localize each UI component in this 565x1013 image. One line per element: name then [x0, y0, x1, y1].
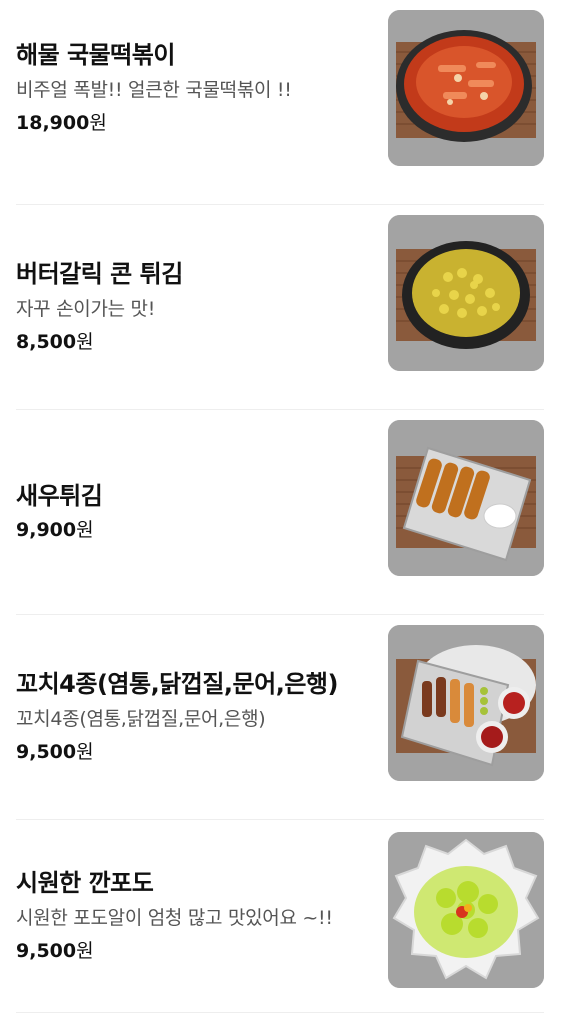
- menu-item-name: 새우튀김: [16, 482, 103, 510]
- menu-item[interactable]: 꼬치4종(염통,닭껍질,문어,은행) 꼬치4종(염통,닭껍질,문어,은행) 9,…: [16, 615, 544, 820]
- menu-item-price: 18,900원: [16, 111, 107, 134]
- menu-item-price: 9,500원: [16, 940, 94, 962]
- butter-garlic-corn-icon[interactable]: [388, 215, 544, 371]
- menu-item-description: 자꾸 손이가는 맛!: [16, 298, 156, 320]
- menu-item-text: 새우튀김 9,900원: [16, 410, 361, 614]
- menu-item-description: 비주얼 폭발!! 얼큰한 국물떡볶이 !!: [16, 78, 292, 101]
- menu-item-price: 8,500원: [16, 331, 94, 353]
- skewers-icon[interactable]: [388, 625, 544, 781]
- menu-item-text: 꼬치4종(염통,닭껍질,문어,은행) 꼬치4종(염통,닭껍질,문어,은행) 9,…: [16, 615, 361, 819]
- fried-shrimp-icon[interactable]: [388, 420, 544, 576]
- menu-item-name: 버터갈릭 콘 튀김: [16, 260, 183, 288]
- menu-item-text: 해물 국물떡볶이 비주얼 폭발!! 얼큰한 국물떡볶이 !! 18,900원: [16, 0, 361, 175]
- menu-item-name: 시원한 깐포도: [16, 869, 154, 897]
- menu-item[interactable]: 해물 국물떡볶이 비주얼 폭발!! 얼큰한 국물떡볶이 !! 18,900원: [16, 0, 544, 205]
- menu-item-price: 9,900원: [16, 519, 94, 541]
- menu-item[interactable]: 새우튀김 9,900원: [16, 410, 544, 615]
- menu-item-name: 해물 국물떡볶이: [16, 40, 175, 69]
- menu-item-text: 시원한 깐포도 시원한 포도알이 엄청 많고 맛있어요 ~!! 9,500원: [16, 820, 361, 1012]
- peeled-grapes-icon[interactable]: [388, 832, 544, 988]
- menu-item-text: 버터갈릭 콘 튀김 자꾸 손이가는 맛! 8,500원: [16, 205, 361, 409]
- menu-item-name: 꼬치4종(염통,닭껍질,문어,은행): [16, 670, 338, 698]
- menu-item[interactable]: 버터갈릭 콘 튀김 자꾸 손이가는 맛! 8,500원: [16, 205, 544, 410]
- menu-item[interactable]: 시원한 깐포도 시원한 포도알이 엄청 많고 맛있어요 ~!! 9,500원: [16, 820, 544, 1013]
- menu-item-description: 꼬치4종(염통,닭껍질,문어,은행): [16, 708, 266, 730]
- menu-item-description: 시원한 포도알이 엄청 많고 맛있어요 ~!!: [16, 907, 333, 929]
- menu-item-price: 9,500원: [16, 741, 94, 763]
- seafood-tteokbokki-icon[interactable]: [388, 10, 544, 166]
